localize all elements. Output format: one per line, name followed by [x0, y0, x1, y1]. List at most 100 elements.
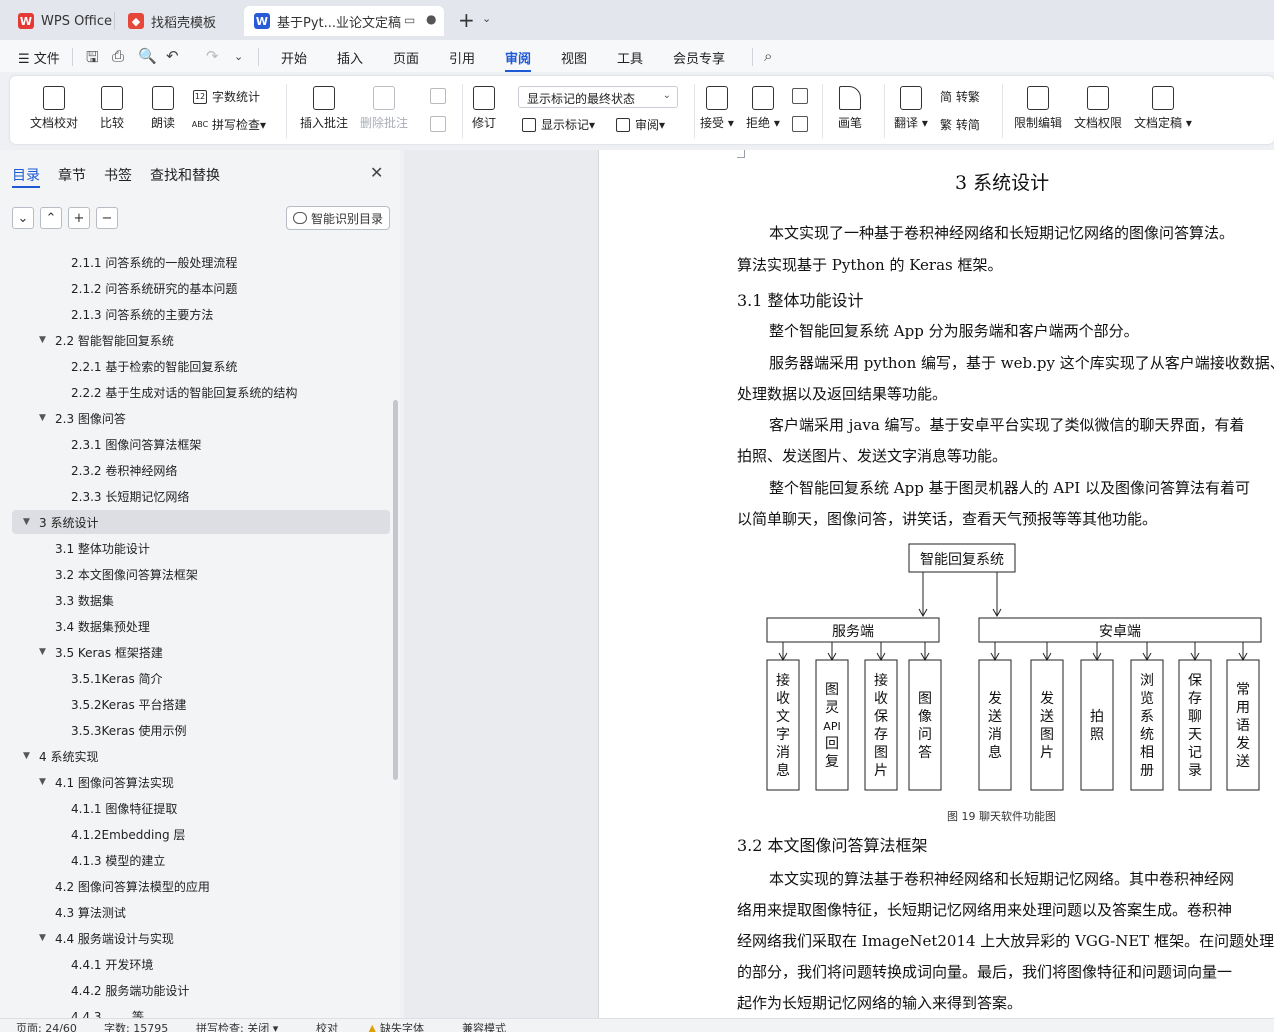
- toc-item[interactable]: 4.4.2 服务端功能设计: [0, 978, 390, 1002]
- tab-chapters[interactable]: 章节: [58, 165, 86, 185]
- toc-item[interactable]: 4.1.1 图像特征提取: [0, 796, 390, 820]
- previous-comment-icon[interactable]: [430, 88, 446, 104]
- nav-scrollbar[interactable]: [393, 400, 398, 780]
- expand-toggle-icon[interactable]: ▼: [39, 335, 46, 345]
- tab-window-icon[interactable]: ▭: [404, 13, 415, 27]
- toc-item[interactable]: 3.5.3Keras 使用示例: [0, 718, 390, 742]
- restrict-edit-button[interactable]: 限制编辑: [1014, 86, 1062, 131]
- toc-item[interactable]: 4.2 图像问答算法模型的应用: [0, 874, 390, 898]
- review-pane-button[interactable]: 审阅 ▾: [616, 116, 665, 133]
- menu-review[interactable]: 审阅: [505, 48, 531, 67]
- doc-permission-button[interactable]: 文档权限: [1074, 86, 1122, 131]
- insert-comment-button[interactable]: 插入批注: [300, 86, 348, 131]
- accept-button[interactable]: 接受 ▾: [700, 86, 734, 131]
- toc-item[interactable]: 2.3.1 图像问答算法框架: [0, 432, 390, 456]
- word-count-indicator[interactable]: 字数: 15795: [104, 1020, 168, 1032]
- toc-item[interactable]: 2.3.3 长短期记忆网络: [0, 484, 390, 508]
- file-menu[interactable]: ☰ 文件: [18, 48, 60, 67]
- undo-icon[interactable]: ↶: [166, 47, 179, 65]
- toc-item[interactable]: 3.2 本文图像问答算法框架: [0, 562, 390, 586]
- spell-check-status[interactable]: 拼写检查: 关闭 ▾: [196, 1020, 278, 1032]
- delete-comment-button[interactable]: 删除批注: [360, 86, 408, 131]
- missing-font-status[interactable]: ▲ 缺失字体: [368, 1020, 424, 1032]
- menu-tools[interactable]: 工具: [617, 48, 643, 67]
- toc-item[interactable]: ▼ 3 系统设计: [12, 510, 390, 534]
- toc-item[interactable]: 2.1.2 问答系统研究的基本问题: [0, 276, 390, 300]
- new-tab-chevron-down-icon[interactable]: ⌄: [482, 12, 491, 25]
- markup-state-select[interactable]: 显示标记的最终状态 ⌄: [518, 86, 678, 108]
- menu-page[interactable]: 页面: [393, 48, 419, 67]
- expand-toggle-icon[interactable]: ▼: [39, 933, 46, 943]
- tab-find-replace[interactable]: 查找和替换: [150, 165, 220, 185]
- tab-close-dot-icon[interactable]: ●: [426, 12, 436, 26]
- quick-access-chevron-icon[interactable]: ⌄: [234, 50, 243, 63]
- toc-item[interactable]: 2.1.1 问答系统的一般处理流程: [0, 250, 390, 274]
- remove-heading-minus-icon[interactable]: −: [96, 207, 118, 229]
- revise-button[interactable]: 修订: [472, 86, 496, 131]
- toc-item[interactable]: 4.4.3 ...... 等: [0, 1004, 390, 1019]
- tab-wps-office[interactable]: W WPS Office: [8, 6, 114, 36]
- redo-icon[interactable]: ↷: [206, 47, 219, 65]
- page-indicator[interactable]: 页面: 24/60: [16, 1020, 77, 1032]
- tab-toc[interactable]: 目录: [12, 165, 40, 185]
- expand-toggle-icon[interactable]: ▼: [23, 751, 30, 761]
- expand-toggle-icon[interactable]: ▼: [39, 413, 46, 423]
- toc-item[interactable]: ▼ 4.1 图像问答算法实现: [0, 770, 390, 794]
- toc-item[interactable]: 2.1.3 问答系统的主要方法: [0, 302, 390, 326]
- toc-item[interactable]: 3.5.1Keras 简介: [0, 666, 390, 690]
- next-change-icon[interactable]: [792, 116, 808, 132]
- toc-item[interactable]: 2.3.2 卷积神经网络: [0, 458, 390, 482]
- expand-toggle-icon[interactable]: ▼: [39, 777, 46, 787]
- doc-compare-button[interactable]: 文档校对: [30, 86, 78, 131]
- proof-status[interactable]: 校对: [316, 1020, 338, 1032]
- next-comment-icon[interactable]: [430, 116, 446, 132]
- toc-item[interactable]: 3.3 数据集: [0, 588, 390, 612]
- spell-check-button[interactable]: ABC 拼写检查 ▾: [192, 116, 266, 133]
- toc-item[interactable]: 3.1 整体功能设计: [0, 536, 390, 560]
- toc-item[interactable]: ▼ 2.3 图像问答: [0, 406, 390, 430]
- toc-item[interactable]: ▼ 4.4 服务端设计与实现: [0, 926, 390, 950]
- collapse-all-chevron-down-icon[interactable]: ⌄: [12, 207, 34, 229]
- save-icon[interactable]: 🖫: [86, 47, 99, 72]
- reject-button[interactable]: 拒绝 ▾: [746, 86, 780, 131]
- toc-item[interactable]: ▼ 3.5 Keras 框架搭建: [0, 640, 390, 664]
- tab-daoke-templates[interactable]: ◆ 找稻壳模板: [118, 6, 240, 36]
- tab-current-document[interactable]: W 基于Pyt...业论文定稿 ▭ ●: [244, 6, 444, 36]
- menu-references[interactable]: 引用: [449, 48, 475, 67]
- toc-item[interactable]: 3.5.2Keras 平台搭建: [0, 692, 390, 716]
- toc-item[interactable]: 4.3 算法测试: [0, 900, 390, 924]
- menu-member[interactable]: 会员专享: [673, 48, 725, 67]
- document-page[interactable]: 3 系统设计 本文实现了一种基于卷积神经网络和长短期记忆网络的图像问答算法。 算…: [598, 150, 1274, 1018]
- tab-bookmarks[interactable]: 书签: [104, 165, 132, 185]
- add-heading-plus-icon[interactable]: +: [68, 207, 90, 229]
- compare-button[interactable]: 比较: [100, 86, 124, 131]
- expand-chevron-up-icon[interactable]: ⌃: [40, 207, 62, 229]
- smart-toc-button[interactable]: 智能识别目录: [286, 206, 390, 230]
- toc-item[interactable]: ▼ 2.2 智能智能回复系统: [0, 328, 390, 352]
- toc-item[interactable]: 2.2.1 基于检索的智能回复系统: [0, 354, 390, 378]
- translate-button[interactable]: 翻译 ▾: [894, 86, 928, 131]
- read-aloud-button[interactable]: 朗读: [151, 86, 175, 131]
- print-icon[interactable]: ⎙: [112, 47, 124, 65]
- doc-finalize-button[interactable]: 文档定稿 ▾: [1134, 86, 1192, 131]
- pen-button[interactable]: 画笔: [838, 86, 862, 131]
- menu-home[interactable]: 开始: [281, 48, 307, 67]
- toc-item[interactable]: 4.4.1 开发环境: [0, 952, 390, 976]
- expand-toggle-icon[interactable]: ▼: [39, 647, 46, 657]
- menu-view[interactable]: 视图: [561, 48, 587, 67]
- toc-item[interactable]: 4.1.3 模型的建立: [0, 848, 390, 872]
- previous-change-icon[interactable]: [792, 88, 808, 104]
- search-icon[interactable]: ⌕: [764, 47, 772, 65]
- show-markup-button[interactable]: 显示标记 ▾: [522, 116, 595, 133]
- toc-item[interactable]: 2.2.2 基于生成对话的智能回复系统的结构: [0, 380, 390, 404]
- word-count-button[interactable]: 12 字数统计: [193, 88, 260, 105]
- to-traditional-button[interactable]: 简 转繁: [940, 88, 980, 105]
- toc-item[interactable]: 3.4 数据集预处理: [0, 614, 390, 638]
- toc-item[interactable]: 4.1.2Embedding 层: [0, 822, 390, 846]
- new-tab-plus-icon[interactable]: +: [458, 8, 475, 32]
- menu-insert[interactable]: 插入: [337, 48, 363, 67]
- expand-toggle-icon[interactable]: ▼: [23, 517, 30, 527]
- to-simplified-button[interactable]: 繁 转简: [940, 116, 980, 133]
- toc-item[interactable]: ▼ 4 系统实现: [0, 744, 390, 768]
- close-icon[interactable]: ✕: [370, 163, 383, 182]
